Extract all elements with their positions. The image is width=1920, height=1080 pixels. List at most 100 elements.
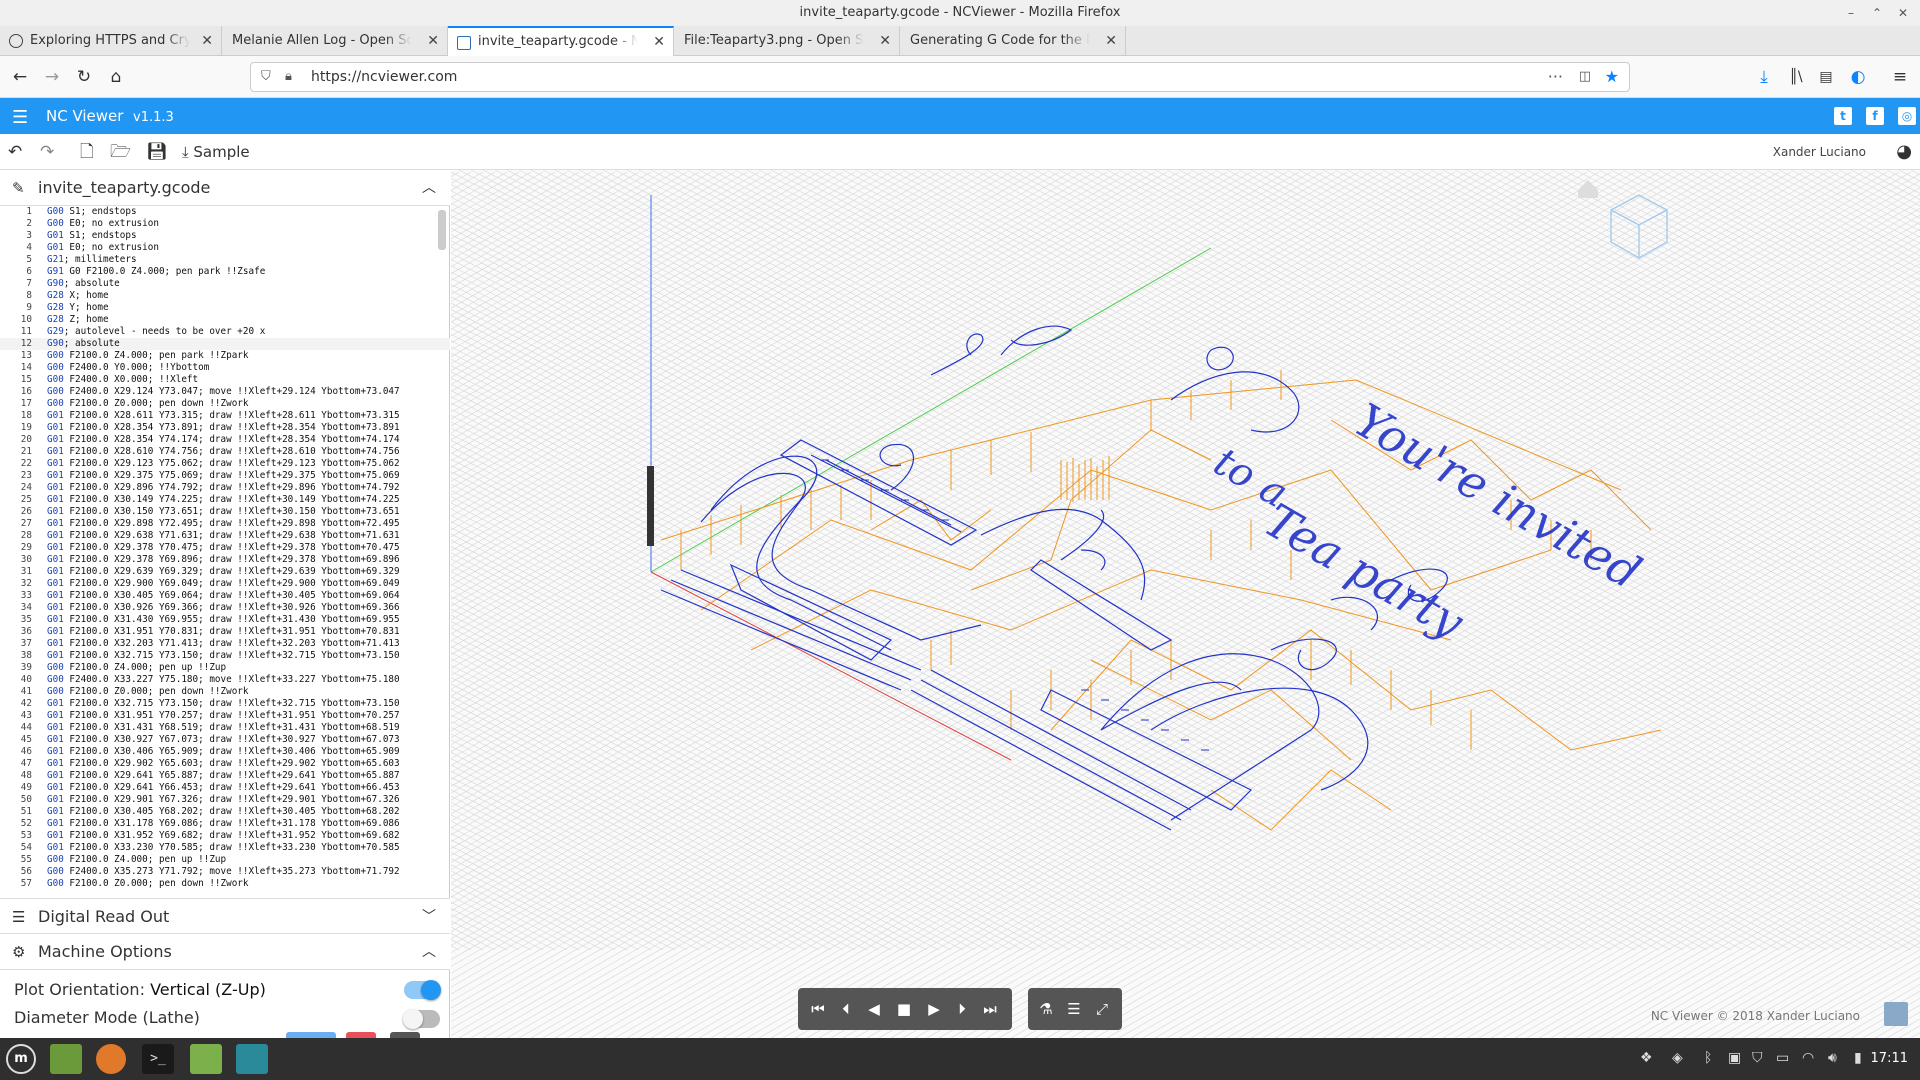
file-panel-header[interactable]: ✎ invite_teaparty.gcode ︿	[0, 170, 450, 206]
code-line[interactable]: 21 G01 F2100.0 X28.610 Y74.756; draw !!Xl…	[0, 446, 450, 458]
close-tab-icon[interactable]: ✕	[427, 26, 439, 56]
code-line[interactable]: 42 G01 F2100.0 X32.715 Y73.150; draw !!Xl…	[0, 698, 450, 710]
plot-orientation-toggle[interactable]	[404, 980, 441, 1000]
diameter-mode-toggle[interactable]	[403, 1009, 440, 1029]
close-tab-icon[interactable]: ✕	[1105, 26, 1117, 56]
sync-account-icon[interactable]: ◐	[1846, 65, 1870, 89]
close-tab-icon[interactable]: ✕	[201, 26, 213, 56]
code-line[interactable]: 13 G00 F2100.0 Z4.000; pen park !!Zpark	[0, 350, 450, 362]
stop-icon[interactable]: ■	[892, 997, 916, 1021]
code-line[interactable]: 31 G01 F2100.0 X29.639 Y69.329; draw !!Xl…	[0, 566, 450, 578]
code-line[interactable]: 51 G01 F2100.0 X30.405 Y68.202; draw !!Xl…	[0, 806, 450, 818]
code-line[interactable]: 8 G28 X; home	[0, 290, 450, 302]
wifi-icon[interactable]: ◠	[1802, 1050, 1814, 1066]
code-line[interactable]: 55 G00 F2100.0 Z4.000; pen up !!Zup	[0, 854, 450, 866]
play-icon[interactable]: ▶	[922, 997, 946, 1021]
downloads-icon[interactable]: ⤓	[1752, 65, 1776, 89]
tab-https-crypto[interactable]: Exploring HTTPS and Crypt ✕	[0, 26, 222, 56]
fullscreen-icon[interactable]: ⤢	[1090, 997, 1114, 1021]
close-tab-icon[interactable]: ✕	[653, 28, 665, 56]
code-line[interactable]: 43 G01 F2100.0 X31.951 Y70.257; draw !!Xl…	[0, 710, 450, 722]
code-line[interactable]: 22 G01 F2100.0 X29.123 Y75.062; draw !!Xl…	[0, 458, 450, 470]
code-line[interactable]: 41 G00 F2100.0 Z0.000; pen down !!Zwork	[0, 686, 450, 698]
image-viewer-icon[interactable]	[236, 1044, 268, 1074]
code-line[interactable]: 49 G01 F2100.0 X29.641 Y66.453; draw !!Xl…	[0, 782, 450, 794]
gcode-editor[interactable]: 1 G00 S1; endstops 2 G00 E0; no extrusion 3 G…	[0, 206, 450, 898]
lock-icon[interactable]: 🔒︎	[285, 63, 292, 91]
editor-scrollbar[interactable]	[438, 210, 446, 250]
facebook-icon[interactable]: f	[1866, 107, 1884, 125]
code-line[interactable]: 1 G00 S1; endstops	[0, 206, 450, 218]
code-line[interactable]: 38 G01 F2100.0 X32.715 Y73.150; draw !!Xl…	[0, 650, 450, 662]
code-line[interactable]: 35 G01 F2100.0 X31.430 Y69.955; draw !!Xl…	[0, 614, 450, 626]
tab-ncviewer[interactable]: invite_teaparty.gcode - NC ✕	[448, 26, 674, 56]
code-line[interactable]: 6 G91 G0 F2100.0 Z4.000; pen park !!Zsafe	[0, 266, 450, 278]
chevron-up-icon[interactable]: ︿	[422, 170, 436, 206]
code-line[interactable]: 24 G01 F2100.0 X29.896 Y74.792; draw !!Xl…	[0, 482, 450, 494]
save-icon[interactable]: 💾︎	[146, 140, 168, 164]
files-icon[interactable]	[190, 1044, 222, 1074]
redo-icon[interactable]: ↷	[40, 140, 54, 164]
code-line[interactable]: 47 G01 F2100.0 X29.902 Y65.603; draw !!Xl…	[0, 758, 450, 770]
toolpath-canvas[interactable]: You're invited to a Tea party	[451, 170, 1920, 1038]
step-forward-icon[interactable]: ⏵	[950, 997, 974, 1021]
code-line[interactable]: 34 G01 F2100.0 X30.926 Y69.366; draw !!Xl…	[0, 602, 450, 614]
performance-gauge-icon[interactable]: ◕	[1896, 140, 1912, 164]
dro-panel-header[interactable]: ☰ Digital Read Out ﹀	[0, 898, 450, 934]
close-window-icon[interactable]: ✕	[1888, 0, 1918, 26]
screen-icon[interactable]: ▭	[1776, 1050, 1789, 1066]
code-line[interactable]: 7 G90; absolute	[0, 278, 450, 290]
machine-options-header[interactable]: ⚙ Machine Options ︿	[0, 934, 450, 970]
tab-teaparty-file[interactable]: File:Teaparty3.png - Open Sour ✕	[674, 26, 900, 56]
code-line[interactable]: 29 G01 F2100.0 X29.378 Y70.475; draw !!Xl…	[0, 542, 450, 554]
code-line[interactable]: 25 G01 F2100.0 X30.149 Y74.225; draw !!Xl…	[0, 494, 450, 506]
code-line[interactable]: 27 G01 F2100.0 X29.898 Y72.495; draw !!Xl…	[0, 518, 450, 530]
code-line[interactable]: 44 G01 F2100.0 X31.431 Y68.519; draw !!Xl…	[0, 722, 450, 734]
mint-menu-icon[interactable]: m	[6, 1044, 36, 1074]
code-line[interactable]: 18 G01 F2100.0 X28.611 Y73.315; draw !!Xl…	[0, 410, 450, 422]
code-line[interactable]: 50 G01 F2100.0 X29.901 Y67.326; draw !!Xl…	[0, 794, 450, 806]
undo-icon[interactable]: ↶	[8, 140, 22, 164]
clipboard-icon[interactable]: ▣	[1728, 1050, 1741, 1066]
code-line[interactable]: 52 G01 F2100.0 X31.178 Y69.086; draw !!Xl…	[0, 818, 450, 830]
code-line[interactable]: 4 G01 E0; no extrusion	[0, 242, 450, 254]
new-file-icon[interactable]: 🗋	[80, 140, 94, 164]
code-line[interactable]: 37 G01 F2100.0 X32.203 Y71.413; draw !!Xl…	[0, 638, 450, 650]
open-folder-icon[interactable]: 🗁	[110, 140, 131, 164]
battery-icon[interactable]: ▮	[1854, 1050, 1862, 1066]
code-line[interactable]: 56 G00 F2400.0 X35.273 Y71.792; move !!Xl…	[0, 866, 450, 878]
instagram-icon[interactable]: ◎	[1898, 107, 1916, 125]
code-line[interactable]: 45 G01 F2100.0 X30.927 Y67.073; draw !!Xl…	[0, 734, 450, 746]
step-back-icon[interactable]: ⏴	[834, 997, 858, 1021]
code-line[interactable]: 54 G01 F2100.0 X33.230 Y70.585; draw !!Xl…	[0, 842, 450, 854]
code-line[interactable]: 3 G01 S1; endstops	[0, 230, 450, 242]
bookmark-star-icon[interactable]: ★	[1605, 63, 1619, 91]
code-line[interactable]: 53 G01 F2100.0 X31.952 Y69.682; draw !!Xl…	[0, 830, 450, 842]
twitter-icon[interactable]: t	[1834, 107, 1852, 125]
tab-melanie-allen-log[interactable]: Melanie Allen Log - Open Sour ✕	[222, 26, 448, 56]
reload-icon[interactable]: ↻	[72, 65, 96, 89]
terminal-icon[interactable]: >_	[142, 1044, 174, 1074]
code-line[interactable]: 32 G01 F2100.0 X29.900 Y69.049; draw !!Xl…	[0, 578, 450, 590]
layers-icon[interactable]: ◈	[1672, 1050, 1683, 1066]
code-line[interactable]: 19 G01 F2100.0 X28.354 Y73.891; draw !!Xl…	[0, 422, 450, 434]
sliders-icon[interactable]: ☰	[1062, 997, 1086, 1021]
url-bar[interactable]: ⛉ 🔒︎ https://ncviewer.com ··· ◫ ★	[250, 62, 1630, 92]
pocket-icon[interactable]: ◫	[1579, 63, 1591, 91]
sidebar-icon[interactable]: ▤	[1814, 65, 1838, 89]
skip-to-end-icon[interactable]: ⏭	[978, 997, 1002, 1021]
flask-icon[interactable]: ⚗	[1034, 997, 1058, 1021]
code-line[interactable]: 48 G01 F2100.0 X29.641 Y65.887; draw !!Xl…	[0, 770, 450, 782]
volume-icon[interactable]: 🔊︎	[1828, 1050, 1837, 1066]
code-line[interactable]: 2 G00 E0; no extrusion	[0, 218, 450, 230]
code-line[interactable]: 36 G01 F2100.0 X31.951 Y70.831; draw !!Xl…	[0, 626, 450, 638]
tracking-shield-icon[interactable]: ⛉	[261, 63, 271, 91]
code-line[interactable]: 20 G01 F2100.0 X28.354 Y74.174; draw !!Xl…	[0, 434, 450, 446]
firefox-icon[interactable]	[96, 1044, 126, 1074]
sample-button[interactable]: ⤓ Sample	[182, 140, 250, 164]
code-line[interactable]: 9 G28 Y; home	[0, 302, 450, 314]
show-desktop-icon[interactable]	[50, 1044, 82, 1074]
code-line[interactable]: 17 G00 F2100.0 Z0.000; pen down !!Zwork	[0, 398, 450, 410]
home-icon[interactable]: ⌂	[104, 65, 128, 89]
close-tab-icon[interactable]: ✕	[879, 26, 891, 56]
